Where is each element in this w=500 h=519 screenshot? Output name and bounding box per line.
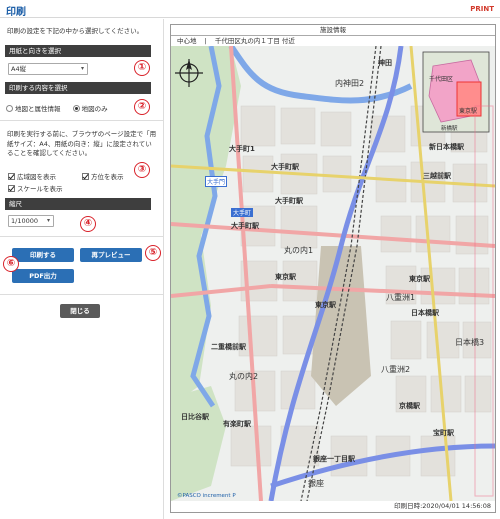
map-label-nijubashi: 二重橋前駅: [211, 343, 246, 351]
print-preview: 施設情報 中心地 | 千代田区丸の内１丁目 付近 大手町1 大手町駅 大手町駅 …: [170, 24, 496, 513]
map-label-shinbashi: 新橋駅: [441, 126, 458, 132]
map-label-otemachi-station-2: 大手町駅: [275, 197, 303, 205]
center-separator: |: [204, 37, 207, 45]
paper-select[interactable]: A4縦 ▾: [8, 63, 88, 75]
map-label-yaesu2: 八重洲2: [381, 365, 411, 374]
map-label-otemon: 大手門: [205, 176, 228, 187]
paper-section-heading: 用紙と向きを選択: [5, 45, 151, 57]
map-label-hibiya: 日比谷駅: [181, 413, 209, 421]
map-label-tokyo-inset: 東京駅: [459, 108, 478, 115]
content-radio-group: 地図と属性情報 地図のみ: [6, 103, 108, 113]
divider: [0, 236, 163, 237]
map-label-tokyo-station-3: 東京駅: [409, 275, 430, 283]
page-setup-note: 印刷を実行する前に、ブラウザのページ設定で「用紙サイズ：A4、用紙の向き：縦」に…: [7, 130, 157, 157]
map-label-marunouchi2: 丸の内2: [229, 372, 259, 381]
check-wide-area-label: 広域図を表示: [17, 173, 56, 181]
map-label-uchikanda: 内神田2: [335, 79, 365, 88]
tokyo-station-yard: [311, 246, 371, 406]
preview-center-info: 中心地 | 千代田区丸の内１丁目 付近: [171, 36, 495, 46]
check-compass-label: 方位を表示: [91, 173, 124, 181]
intro-text: 印刷の設定を下記の中から選択してください。: [7, 27, 144, 35]
map-label-tokyo-station: 東京駅: [275, 273, 296, 281]
check-compass[interactable]: 方位を表示: [82, 171, 124, 181]
center-address: 千代田区丸の内１丁目 付近: [214, 37, 295, 45]
print-link[interactable]: PRINT: [470, 5, 494, 13]
map-label-shinnihonbashi: 新日本橋駅: [429, 143, 464, 151]
map-label-yurakucho: 有楽町駅: [223, 420, 251, 428]
step-badge-5: ⑤: [145, 245, 161, 261]
map-view[interactable]: 大手町1 大手町駅 大手町駅 大手町 大手町駅 大手門 丸の内1 丸の内2 東京…: [171, 46, 495, 501]
step-badge-1: ①: [134, 60, 150, 76]
map-label-otemachi1: 大手町1: [229, 145, 255, 153]
paper-select-value: A4縦: [11, 65, 27, 73]
radio-map-only-label: 地図のみ: [81, 105, 108, 113]
step-badge-2: ②: [134, 99, 150, 115]
top-bar: 印刷 PRINT: [0, 0, 500, 18]
map-label-nihonbashi: 日本橋駅: [411, 309, 439, 317]
map-label-yaesu1: 八重洲1: [386, 293, 416, 302]
chevron-down-icon: ▾: [80, 65, 84, 72]
overview-inset: [422, 51, 490, 133]
map-label-chiyoda: 千代田区: [429, 76, 454, 83]
settings-panel: 印刷の設定を下記の中から選択してください。 用紙と向きを選択 A4縦 ▾ 印刷す…: [0, 19, 164, 519]
map-label-kyobashi: 京橋駅: [399, 402, 420, 410]
pdf-export-button[interactable]: PDF出力: [12, 269, 74, 283]
map-label-nihonbashi3: 日本橋3: [455, 338, 485, 347]
map-label-tokyo-station-2: 東京駅: [315, 301, 336, 309]
scale-section-heading: 縮尺: [5, 198, 151, 210]
radio-map-and-attributes[interactable]: [6, 105, 13, 112]
step-badge-6: ⑥: [3, 256, 19, 272]
check-wide-area[interactable]: 広域図を表示: [8, 171, 56, 181]
radio-map-and-attributes-label: 地図と属性情報: [15, 105, 61, 113]
print-button[interactable]: 印刷する: [12, 248, 74, 262]
map-label-ginza: 銀座: [308, 479, 324, 488]
step-badge-3: ③: [134, 162, 150, 178]
checkbox-icon: [82, 173, 89, 180]
content-section-heading: 印刷する内容を選択: [5, 82, 151, 94]
map-credit: ©PASCO increment P: [177, 493, 236, 499]
map-label-marunouchi1: 丸の内1: [284, 246, 314, 255]
scale-select[interactable]: 1/10000 ▾: [8, 215, 54, 227]
map-label-takaracho: 宝町駅: [433, 429, 454, 437]
map-label-kanda: 神田: [378, 59, 392, 67]
radio-map-only[interactable]: [72, 105, 80, 112]
check-scalebar-label: スケールを表示: [17, 185, 63, 193]
divider: [0, 120, 163, 121]
checkbox-icon: [8, 185, 15, 192]
center-label: 中心地: [177, 37, 197, 45]
chevron-down-icon: ▾: [46, 217, 50, 224]
print-datetime: 印刷日時:2020/04/01 14:56:08: [394, 502, 491, 510]
map-label-ginza1-station: 銀座一丁目駅: [313, 455, 355, 463]
checkbox-icon: [8, 173, 15, 180]
check-scalebar[interactable]: スケールを表示: [8, 183, 63, 193]
scale-select-value: 1/10000: [11, 217, 39, 225]
map-label-mitsukoshi: 三越前駅: [423, 172, 451, 180]
map-label-otemachi-station: 大手町駅: [271, 163, 299, 171]
close-button[interactable]: 閉じる: [60, 304, 100, 318]
map-label-otemachi-station-3: 大手町駅: [231, 222, 259, 230]
page-title: 印刷: [6, 7, 26, 18]
divider: [0, 294, 163, 295]
re-preview-button[interactable]: 再プレビュー: [80, 248, 142, 262]
step-badge-4: ④: [80, 216, 96, 232]
preview-header: 施設情報: [171, 25, 495, 36]
map-label-otemachi-sign: 大手町: [231, 208, 254, 217]
